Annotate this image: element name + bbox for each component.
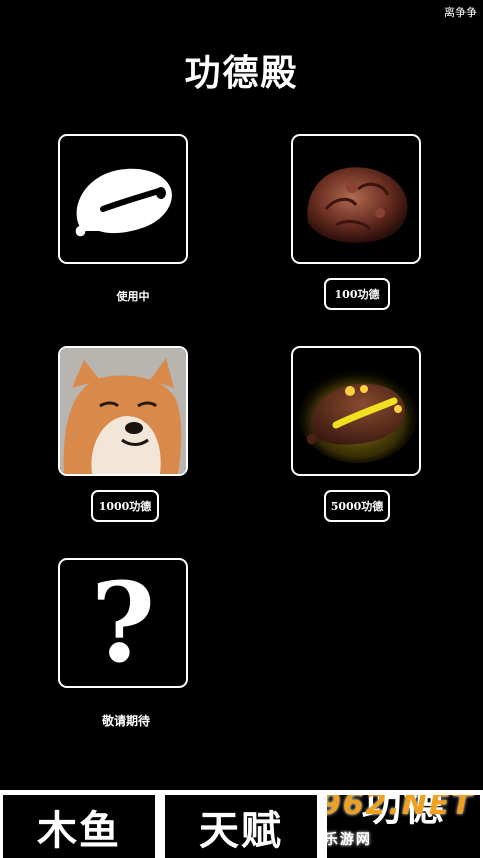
bottom-tab-bar: 木鱼 天赋 功德 962.NET乐游网 bbox=[0, 790, 483, 858]
glowing-wooden-fish-icon bbox=[298, 367, 418, 463]
item-status-coming-soon: 敬请期待 bbox=[101, 714, 150, 728]
tab-label: 天赋 bbox=[199, 806, 283, 854]
item-status-in-use: 使用中 bbox=[116, 290, 150, 303]
item-card-mystery[interactable]: ? bbox=[58, 558, 188, 688]
tab-label: 木鱼 bbox=[37, 806, 121, 854]
site-watermark-logo: 962.NET乐游网 bbox=[327, 795, 474, 848]
carving-icon bbox=[307, 167, 408, 243]
buy-rosewood-button[interactable]: 100功德 bbox=[324, 278, 390, 310]
tab-talent[interactable]: 天赋 bbox=[165, 795, 317, 858]
tab-wooden-fish[interactable]: 木鱼 bbox=[3, 795, 155, 858]
buy-shiba-button[interactable]: 1000功德 bbox=[91, 490, 159, 522]
page-title: 功德殿 bbox=[184, 52, 299, 94]
question-mark-icon: ? bbox=[90, 558, 156, 687]
item-card-glowing-wooden-fish[interactable] bbox=[291, 346, 421, 476]
item-card-wooden-fish[interactable] bbox=[58, 134, 188, 264]
item-card-shiba-dog[interactable] bbox=[58, 346, 188, 476]
wooden-fish-icon bbox=[75, 168, 172, 237]
top-right-label: 离争争 bbox=[444, 6, 477, 19]
item-card-rosewood-carving[interactable] bbox=[291, 134, 421, 264]
shiba-dog-icon bbox=[60, 348, 186, 474]
buy-glowing-fish-button[interactable]: 5000功德 bbox=[324, 490, 390, 522]
tab-merit[interactable]: 功德 962.NET乐游网 bbox=[327, 795, 480, 858]
